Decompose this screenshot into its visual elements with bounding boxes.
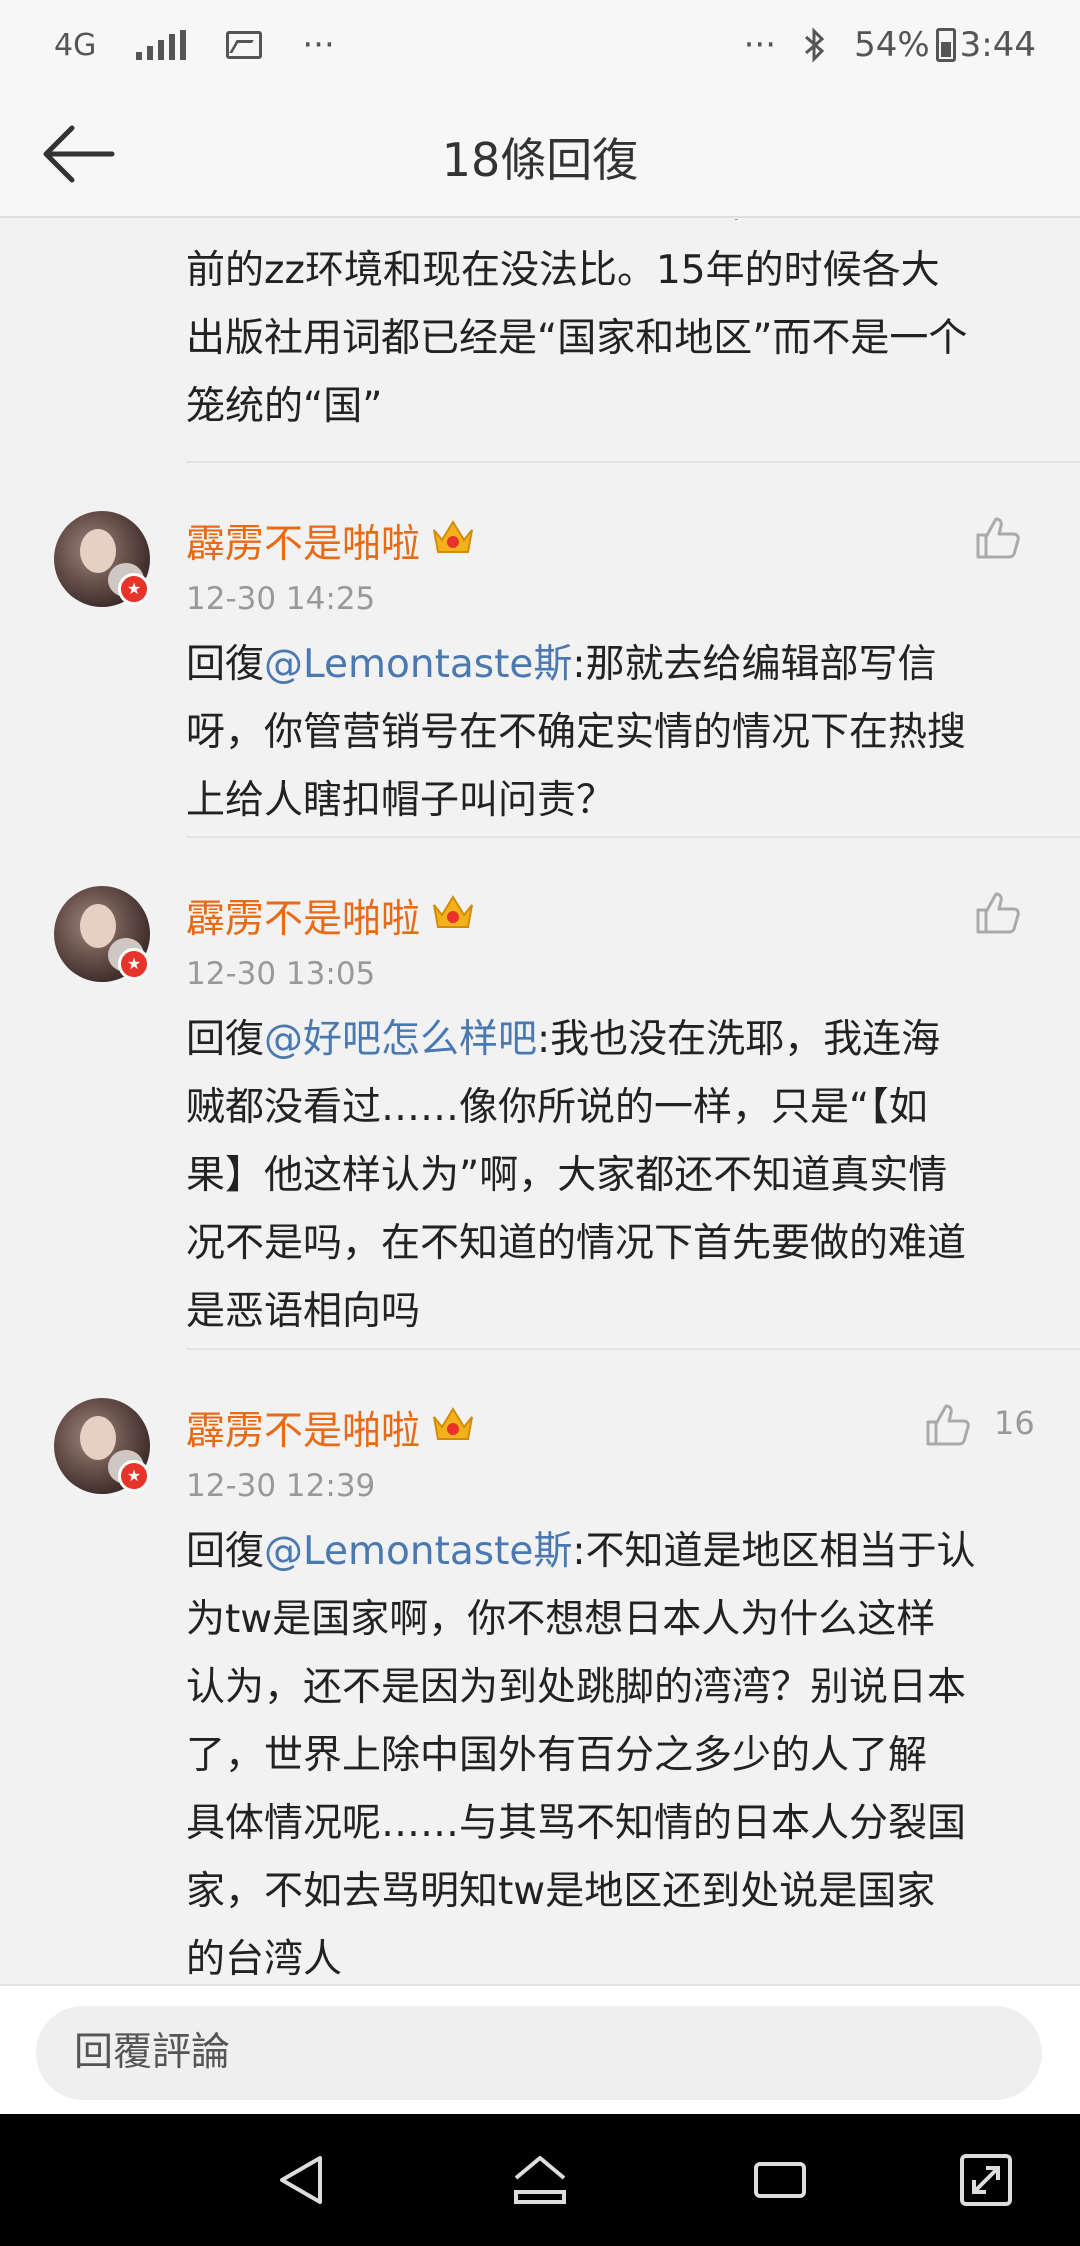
- comment-item: ★ 霹雳不是啪啦 12-30 12:39 16 回復@Lemontaste斯:不…: [0, 1348, 1080, 1984]
- comment-time: 12-30 14:25: [186, 581, 376, 617]
- text-line: 呀，你管营销号在不确定实情的情况下在热搜: [186, 710, 967, 755]
- comment-body: 回復@Lemontaste斯:不知道是地区相当于认 为tw是国家啊，你不想想日本…: [186, 1518, 1036, 1984]
- thumbs-up-icon[interactable]: [972, 513, 1022, 563]
- reply-prefix: 回復: [186, 1017, 265, 1062]
- thumbs-up-icon[interactable]: [972, 888, 1022, 938]
- crown-icon: [433, 895, 473, 928]
- text-line: 认为，还不是因为到处跳脚的湾湾？别说日本: [186, 1665, 967, 1710]
- text-line: 出版社为日本国内出版权的国家,也另一15年: [186, 219, 1036, 237]
- image-notification-icon: [226, 31, 263, 59]
- mention-link[interactable]: @Lemontaste斯: [264, 642, 572, 687]
- text-line: 家，不如去骂明知tw是地区还到处说是国家: [186, 1869, 936, 1914]
- text-line: 上给人瞎扣帽子叫问责？: [186, 778, 616, 823]
- text-line: 了，世界上除中国外有百分之多少的人了解: [186, 1733, 928, 1778]
- status-bar: 4G ··· ··· 54% 3:44: [0, 0, 1080, 90]
- like-count: 16: [994, 1404, 1035, 1442]
- text-line: 出版社用词都已经是“国家和地区”而不是一个: [186, 316, 968, 361]
- username[interactable]: 霹雳不是啪啦: [186, 513, 420, 569]
- username[interactable]: 霹雳不是啪啦: [186, 1400, 420, 1456]
- nav-home-icon[interactable]: [510, 2150, 570, 2210]
- clock: 3:44: [959, 25, 1036, 65]
- more-status: ···: [743, 25, 777, 65]
- comment-time: 12-30 13:05: [186, 956, 376, 992]
- username[interactable]: 霹雳不是啪啦: [186, 888, 420, 944]
- comment-body: 回復@Lemontaste斯:那就去给编辑部写信 呀，你管营销号在不确定实情的情…: [186, 631, 1036, 835]
- verified-badge-icon: ★: [118, 573, 150, 605]
- text-line: :我也没在洗耶，我连海: [537, 1017, 941, 1062]
- text-line: 况不是吗，在不知道的情况下首先要做的难道: [186, 1221, 967, 1266]
- mention-link[interactable]: @Lemontaste斯: [264, 1529, 572, 1574]
- battery-icon: [935, 28, 956, 62]
- page-title: 18條回復: [441, 133, 639, 187]
- nav-back-icon[interactable]: [272, 2150, 332, 2210]
- mention-link[interactable]: @好吧怎么样吧: [264, 1017, 537, 1062]
- header: 18條回復: [0, 90, 1080, 218]
- previous-comment-text: 出版社为日本国内出版权的国家,也另一15年 前的zz环境和现在没法比。15年的时…: [186, 219, 1036, 441]
- nav-rotate-icon[interactable]: [956, 2150, 1016, 2210]
- battery-percent: 54%: [854, 25, 930, 65]
- text-line: 贼都没看过……像你所说的一样，只是“【如: [186, 1085, 928, 1130]
- reply-bar: 回覆評論: [0, 1984, 1080, 2114]
- comment-item: ★ 霹雳不是啪啦 12-30 13:05 回復@好吧怎么样吧:我也没在洗耶，我连…: [0, 836, 1080, 1348]
- network-indicator: 4G: [54, 27, 97, 63]
- text-line: 的台湾人: [186, 1937, 343, 1982]
- verified-badge-icon: ★: [118, 948, 150, 980]
- text-line: 果】他这样认为”啊，大家都还不知道真实情: [186, 1153, 948, 1198]
- text-line: 前的zz环境和现在没法比。15年的时候各大: [186, 248, 940, 293]
- crown-icon: [433, 520, 473, 553]
- reply-prefix: 回復: [186, 1529, 265, 1574]
- text-line: :不知道是地区相当于认: [572, 1529, 976, 1574]
- verified-badge-icon: ★: [118, 1460, 150, 1492]
- crown-icon: [433, 1407, 473, 1440]
- text-line: 为tw是国家啊，你不想想日本人为什么这样: [186, 1597, 936, 1642]
- reply-prefix: 回復: [186, 642, 265, 687]
- more-notifications: ···: [302, 25, 335, 65]
- system-nav-bar: [0, 2114, 1080, 2246]
- comment-body: 回復@好吧怎么样吧:我也没在洗耶，我连海 贼都没看过……像你所说的一样，只是“【…: [186, 1006, 1036, 1346]
- comment-list[interactable]: 出版社为日本国内出版权的国家,也另一15年 前的zz环境和现在没法比。15年的时…: [0, 219, 1080, 1984]
- comment-item: ★ 霹雳不是啪啦 12-30 14:25 回復@Lemontaste斯:那就去给…: [0, 461, 1080, 836]
- comment-time: 12-30 12:39: [186, 1468, 376, 1504]
- text-line: 是恶语相向吗: [186, 1289, 421, 1334]
- signal-icon: [136, 30, 187, 60]
- text-line: 笼统的“国”: [186, 384, 383, 429]
- thumbs-up-icon[interactable]: [922, 1400, 972, 1450]
- text-line: :那就去给编辑部写信: [572, 642, 937, 687]
- bluetooth-icon: [805, 27, 825, 63]
- reply-input[interactable]: 回覆評論: [36, 2006, 1042, 2100]
- text-line: 具体情况呢……与其骂不知情的日本人分裂国: [186, 1801, 967, 1846]
- nav-recent-apps-icon[interactable]: [750, 2150, 810, 2210]
